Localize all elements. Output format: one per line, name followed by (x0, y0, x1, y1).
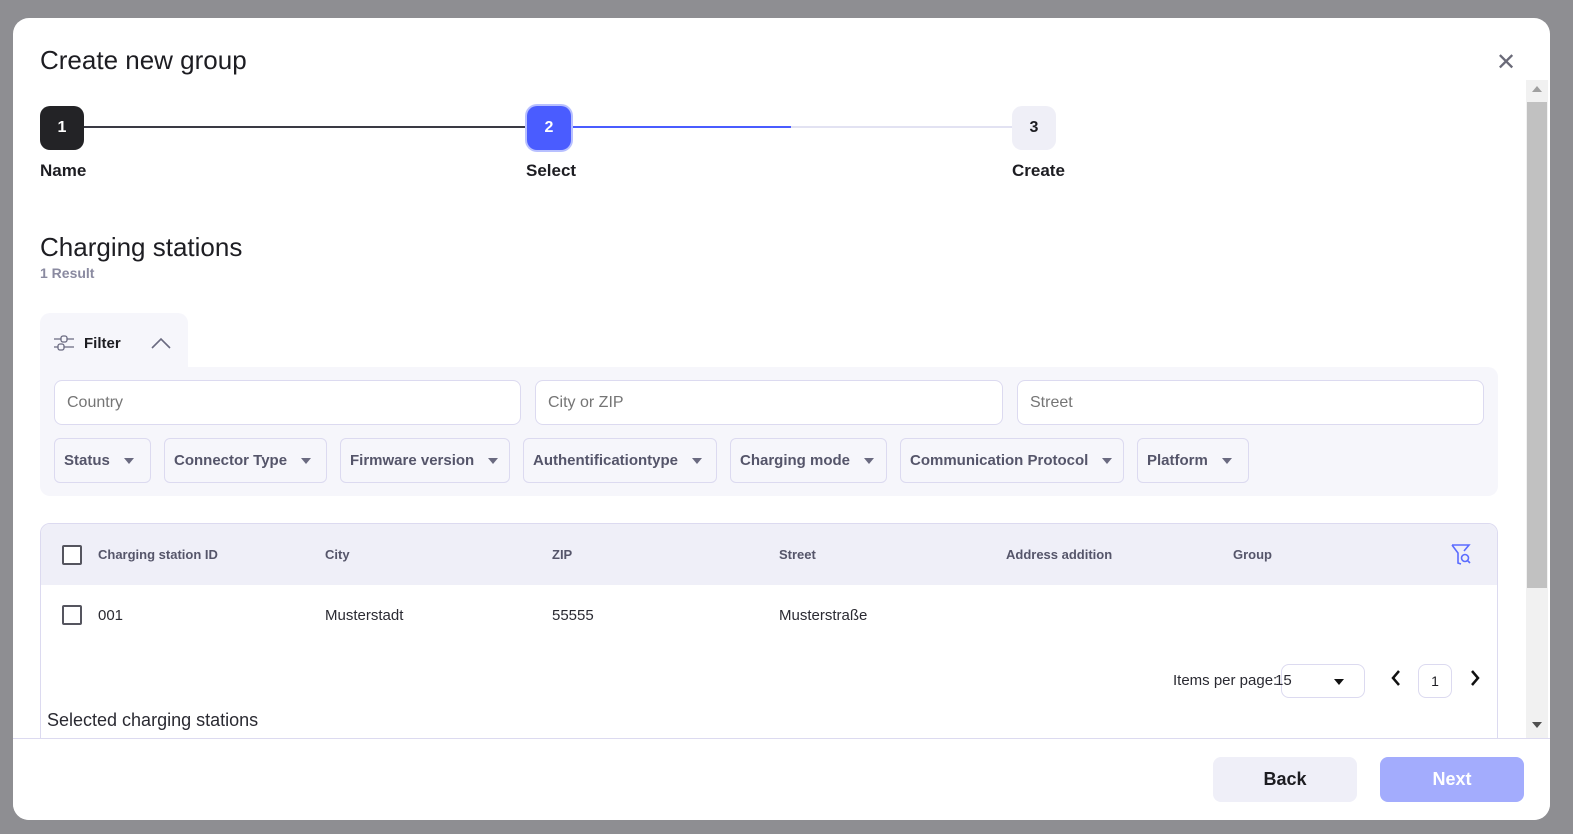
caret-down-icon (301, 457, 312, 464)
cell-street: Musterstraße (779, 607, 868, 624)
dropdown-label: Firmware version (350, 452, 475, 469)
stepper-line-progress (571, 126, 791, 128)
scrollbar-thumb[interactable] (1527, 102, 1547, 588)
filter-sliders-icon (54, 335, 74, 351)
platform-dropdown[interactable]: Platform (1137, 438, 1249, 483)
result-count: 1 Result (40, 265, 95, 281)
caret-down-icon (1221, 457, 1232, 464)
cell-city: Musterstadt (325, 607, 404, 624)
prev-page-icon[interactable] (1390, 669, 1402, 687)
status-dropdown[interactable]: Status (54, 438, 151, 483)
cell-zip: 55555 (552, 607, 594, 624)
stepper-line-pending (791, 126, 1012, 128)
close-icon[interactable]: ✕ (1496, 48, 1516, 77)
dropdown-label: Charging mode (740, 452, 851, 469)
next-button[interactable]: Next (1380, 757, 1524, 802)
col-station-id[interactable]: Charging station ID (98, 547, 218, 562)
authentication-type-dropdown[interactable]: Authentificationtype (523, 438, 717, 483)
col-street[interactable]: Street (779, 547, 816, 562)
items-per-page-select[interactable]: 15 (1275, 664, 1365, 698)
caret-down-icon (1102, 457, 1113, 464)
charging-mode-dropdown[interactable]: Charging mode (730, 438, 887, 483)
select-all-checkbox[interactable] (62, 545, 82, 565)
caret-down-icon (692, 457, 702, 464)
caret-down-icon (488, 457, 499, 464)
dropdown-label: Platform (1147, 452, 1208, 469)
connector-type-dropdown[interactable]: Connector Type (164, 438, 327, 483)
city-zip-input[interactable] (535, 380, 1003, 425)
caret-down-icon (123, 457, 134, 464)
col-zip[interactable]: ZIP (552, 547, 572, 562)
filter-search-icon[interactable] (1450, 543, 1472, 567)
modal-footer: Back Next (13, 738, 1550, 820)
firmware-version-dropdown[interactable]: Firmware version (340, 438, 510, 483)
section-title: Charging stations (40, 232, 243, 262)
col-address-addition[interactable]: Address addition (1006, 547, 1112, 562)
next-page-icon[interactable] (1469, 669, 1481, 687)
step-3: 3 (1012, 106, 1056, 150)
caret-down-icon (1334, 679, 1344, 685)
filter-label: Filter (84, 334, 121, 352)
page-number[interactable]: 1 (1418, 664, 1452, 698)
table-header: Charging station ID City ZIP Street Addr… (41, 524, 1497, 585)
street-input[interactable] (1017, 380, 1484, 425)
dropdown-label: Status (64, 452, 110, 469)
step-2-label: Select (526, 161, 577, 180)
dropdown-label: Communication Protocol (910, 452, 1089, 469)
caret-down-icon (864, 457, 875, 464)
modal-title: Create new group (40, 45, 247, 75)
filter-toggle[interactable]: Filter (40, 313, 188, 373)
country-input[interactable] (54, 380, 521, 425)
items-per-page-label: Items per page: (1173, 672, 1278, 689)
scroll-down-icon[interactable] (1532, 722, 1542, 728)
stepper-line-done (84, 126, 527, 128)
step-1-label: Name (40, 161, 87, 180)
items-per-page-value: 15 (1275, 672, 1292, 689)
create-group-modal: Create new group ✕ 1 2 3 Name Select Cre… (13, 18, 1550, 820)
scrollbar[interactable] (1526, 80, 1548, 738)
row-checkbox[interactable] (62, 605, 82, 625)
filter-panel: Status Connector Type Firmware version A… (40, 367, 1498, 496)
cell-station-id: 001 (98, 607, 124, 624)
chevron-up-icon (151, 337, 171, 349)
back-button[interactable]: Back (1213, 757, 1357, 802)
step-1: 1 (40, 106, 84, 150)
dropdown-label: Connector Type (174, 452, 288, 469)
dropdown-label: Authentificationtype (533, 452, 678, 469)
selected-stations-title: Selected charging stations (47, 710, 259, 730)
scroll-up-icon[interactable] (1532, 86, 1542, 92)
communication-protocol-dropdown[interactable]: Communication Protocol (900, 438, 1124, 483)
step-2: 2 (527, 106, 571, 150)
col-group[interactable]: Group (1233, 547, 1272, 562)
step-3-label: Create (1012, 161, 1065, 180)
col-city[interactable]: City (325, 547, 350, 562)
